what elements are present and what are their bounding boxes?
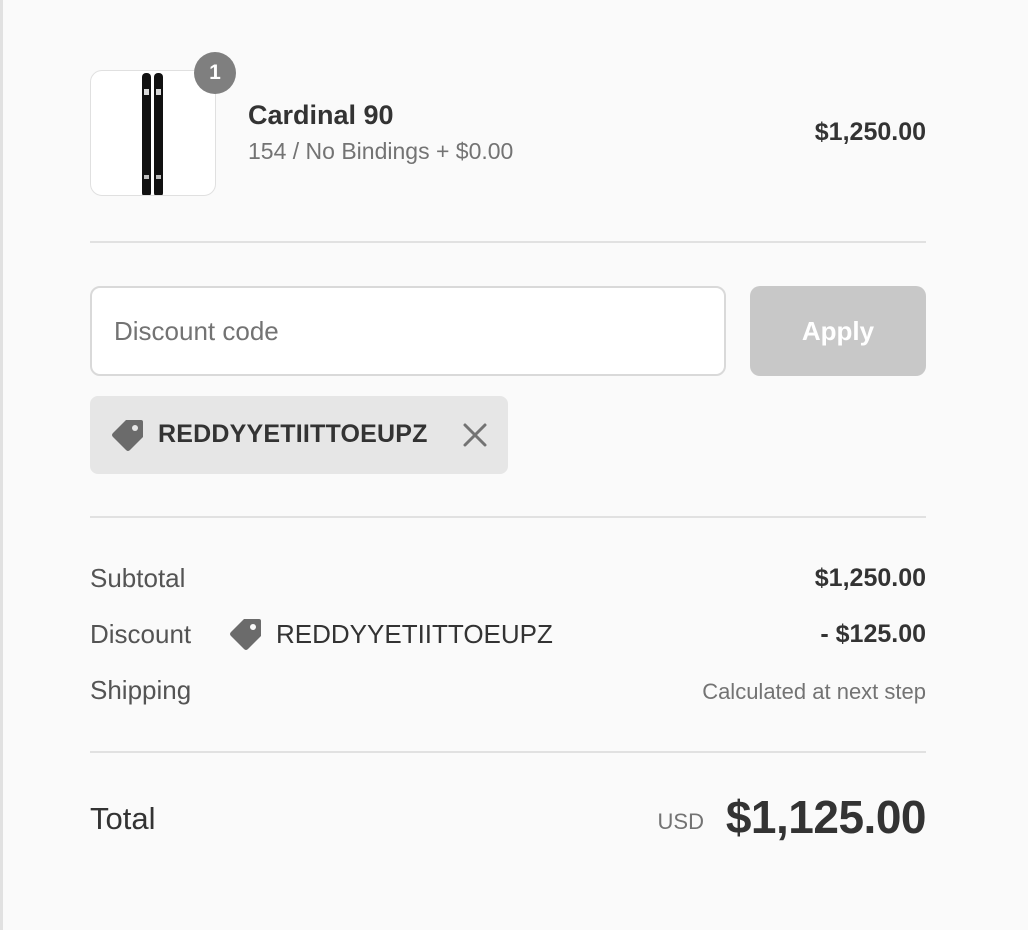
total-currency: USD: [657, 809, 704, 834]
applied-code-label: REDDYYETIITTOEUPZ: [158, 420, 428, 448]
subtotal-value: $1,250.00: [814, 564, 926, 592]
shipping-value: Calculated at next step: [702, 679, 926, 704]
shipping-label: Shipping: [90, 675, 192, 705]
product-variant: 154 / No Bindings + $0.00: [248, 138, 514, 164]
cart-item: 1 Cardinal 90 154 / No Bindings + $0.00 …: [90, 52, 926, 198]
apply-button[interactable]: Apply: [750, 286, 926, 376]
total-amount: $1,125.00: [725, 791, 927, 843]
product-price: $1,250.00: [814, 118, 926, 146]
product-name: Cardinal 90: [248, 100, 394, 130]
skis-image: [142, 73, 163, 195]
total-label: Total: [90, 801, 156, 836]
panel-border: [0, 0, 3, 930]
discount-code-text: REDDYYETIITTOEUPZ: [276, 619, 553, 649]
divider: [90, 241, 926, 243]
divider: [90, 516, 926, 518]
tag-icon: [230, 619, 261, 650]
subtotal-label: Subtotal: [90, 563, 186, 593]
discount-label: Discount: [90, 619, 192, 649]
close-icon[interactable]: [460, 420, 490, 450]
product-thumbnail: [90, 70, 216, 196]
discount-value: - $125.00: [820, 620, 926, 648]
discount-code-input[interactable]: [90, 286, 726, 376]
applied-discount-tag: REDDYYETIITTOEUPZ: [90, 396, 508, 474]
quantity-badge: 1: [194, 52, 236, 94]
tag-icon: [112, 420, 143, 451]
divider: [90, 751, 926, 753]
order-summary-page: 1 Cardinal 90 154 / No Bindings + $0.00 …: [0, 0, 1028, 930]
